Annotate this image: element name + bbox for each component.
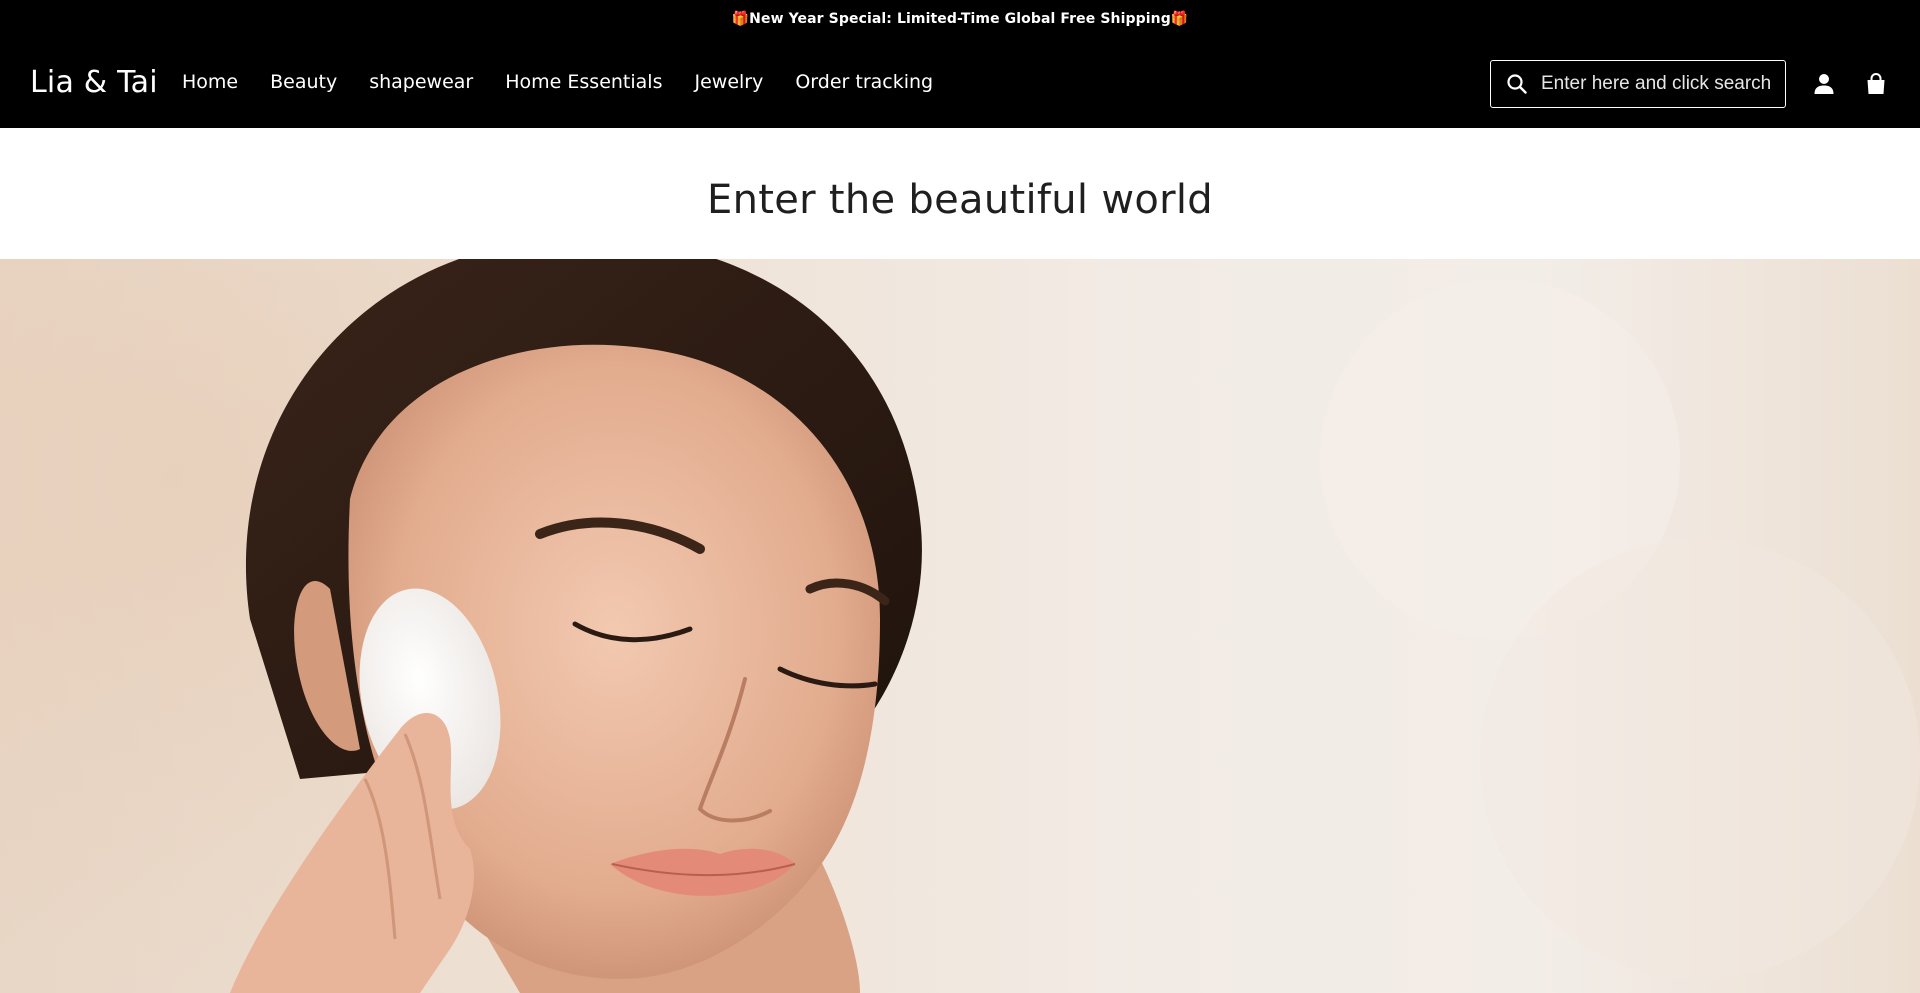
search-icon[interactable]: [1505, 72, 1529, 96]
nav-item-beauty[interactable]: Beauty: [270, 70, 337, 95]
hero-image: [0, 259, 1920, 993]
site-logo[interactable]: Lia & Tai: [30, 66, 158, 99]
hero-banner: [0, 259, 1920, 993]
nav-item-home-essentials[interactable]: Home Essentials: [505, 70, 662, 95]
search-input[interactable]: [1541, 73, 1781, 95]
section-heading: Enter the beautiful world: [0, 128, 1920, 259]
site-header: Lia & Tai Home Beauty shapewear Home Ess…: [0, 38, 1920, 128]
page-title: Enter the beautiful world: [707, 176, 1213, 223]
cart-icon[interactable]: [1864, 72, 1888, 96]
nav-item-shapewear[interactable]: shapewear: [369, 70, 473, 95]
nav-item-jewelry[interactable]: Jewelry: [694, 70, 763, 95]
search-box[interactable]: [1490, 60, 1786, 108]
account-icon[interactable]: [1812, 72, 1836, 96]
main-nav: Home Beauty shapewear Home Essentials Je…: [182, 70, 965, 95]
announcement-bar: 🎁New Year Special: Limited-Time Global F…: [0, 0, 1920, 38]
nav-item-order-tracking[interactable]: Order tracking: [795, 70, 933, 95]
nav-item-home[interactable]: Home: [182, 70, 238, 95]
announcement-text: 🎁New Year Special: Limited-Time Global F…: [731, 11, 1189, 27]
